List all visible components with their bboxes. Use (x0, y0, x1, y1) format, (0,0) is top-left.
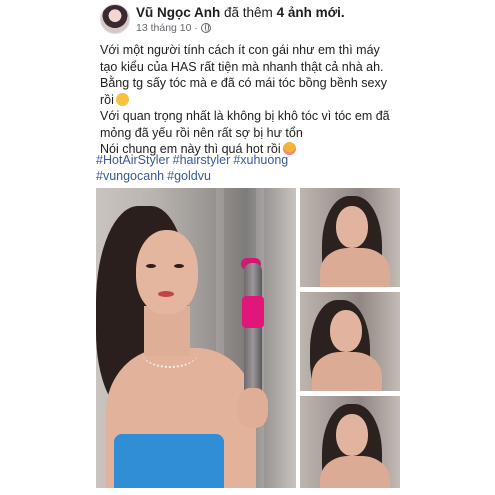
author-name[interactable]: Vũ Ngọc Anh (136, 5, 220, 20)
hand-shape (238, 388, 268, 428)
face-shape (336, 206, 368, 248)
thumbnail-photo[interactable] (300, 188, 400, 287)
hashtag-list: #HotAirStyler #hairstyler #xuhuong #vungoc… (96, 152, 396, 184)
hashtag-link[interactable]: #hairstyler (173, 153, 231, 167)
hashtag-link[interactable]: #xuhuong (233, 153, 288, 167)
hashtag-link[interactable]: #vungocanh (96, 169, 164, 183)
body-shape (312, 352, 382, 391)
post-paragraph: Với một người tính cách ít con gái như e… (100, 42, 400, 108)
eye-shape (146, 264, 156, 268)
pearl-necklace (142, 338, 198, 368)
post-header: Vũ Ngọc Anh đã thêm 4 ảnh mới. 13 tháng … (100, 4, 430, 38)
globe-icon (200, 23, 211, 33)
main-photo[interactable] (96, 188, 296, 488)
paragraph-text: Với quan trọng nhất là không bị khô tóc … (100, 109, 390, 140)
thumbnail-photo[interactable] (300, 396, 400, 488)
body-shape (320, 456, 390, 488)
avatar[interactable] (100, 4, 130, 34)
thumbnail-photo[interactable] (300, 292, 400, 391)
post-timestamp[interactable]: 13 tháng 10 · (136, 22, 198, 34)
eye-shape (174, 264, 184, 268)
facebook-post: Vũ Ngọc Anh đã thêm 4 ảnh mới. 13 tháng … (0, 0, 495, 495)
post-body: Với một người tính cách ít con gái như e… (100, 42, 400, 158)
hashtag-link[interactable]: #HotAirStyler (96, 153, 170, 167)
lips-shape (158, 291, 174, 297)
paragraph-text: Với một người tính cách ít con gái như e… (100, 43, 387, 107)
styler-accent-ring (242, 296, 264, 328)
post-paragraph: Với quan trọng nhất là không bị khô tóc … (100, 108, 400, 141)
body-shape (320, 248, 390, 287)
blue-top (114, 434, 224, 488)
grinning-sweat-emoji-icon (115, 92, 129, 106)
face-shape (330, 310, 362, 352)
face-shape (336, 414, 368, 456)
post-meta: 13 tháng 10 · (136, 22, 211, 34)
post-action: đã thêm (224, 5, 273, 20)
face-shape (136, 230, 198, 314)
photo-count[interactable]: 4 ảnh mới. (277, 5, 345, 20)
post-title-line: Vũ Ngọc Anh đã thêm 4 ảnh mới. (136, 5, 345, 20)
hashtag-link[interactable]: #goldvu (167, 169, 211, 183)
